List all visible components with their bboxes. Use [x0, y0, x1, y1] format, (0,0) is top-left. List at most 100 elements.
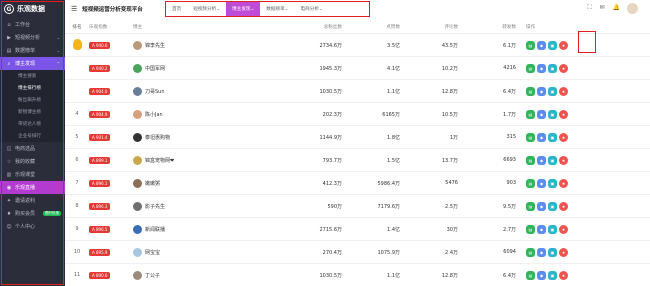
shield-icon[interactable]: ◆	[537, 86, 546, 96]
favorite-star-icon[interactable]: ★	[559, 86, 568, 96]
blogger-name[interactable]: 中国军网	[145, 65, 165, 72]
blogger-cell[interactable]: 影子先生	[133, 201, 288, 211]
blogger-name[interactable]: 锦盒宠物网❤	[145, 157, 174, 164]
sidebar-subitem[interactable]: 博主排行榜	[0, 82, 65, 94]
nav-tab[interactable]: 短视频分析 ⌄	[187, 2, 226, 16]
blogger-name[interactable]: 丁公子	[145, 272, 160, 279]
shield-icon[interactable]: ◆	[537, 132, 546, 142]
sidebar-item[interactable]: ⌂ 工作台	[0, 18, 65, 31]
monitor-icon[interactable]: ▣	[548, 63, 557, 73]
menu-toggle-icon[interactable]: ☰	[71, 5, 77, 13]
fullscreen-icon[interactable]: ⛶	[587, 4, 591, 12]
sidebar-subitem[interactable]: 博主搜索	[0, 70, 65, 82]
sidebar-item[interactable]: ☺ 个人中心	[0, 220, 65, 233]
blogger-cell[interactable]: 锦李先生	[133, 40, 288, 50]
data-detail-icon[interactable]: ▤	[526, 40, 535, 50]
blogger-cell[interactable]: 新闻联播	[133, 224, 288, 234]
shield-icon[interactable]: ◆	[537, 270, 546, 280]
favorite-star-icon[interactable]: ★	[559, 155, 568, 165]
blogger-name[interactable]: 陈小Jan	[145, 111, 163, 118]
blogger-name[interactable]: 锦李先生	[145, 42, 165, 49]
favorite-star-icon[interactable]: ★	[559, 178, 568, 188]
shield-icon[interactable]: ◆	[537, 201, 546, 211]
blogger-name[interactable]: 刀哥Sun	[145, 88, 165, 95]
monitor-icon[interactable]: ▣	[548, 178, 557, 188]
blogger-avatar[interactable]	[133, 155, 142, 165]
data-detail-icon[interactable]: ▤	[526, 178, 535, 188]
data-detail-icon[interactable]: ▤	[526, 155, 535, 165]
monitor-icon[interactable]: ▣	[548, 270, 557, 280]
data-detail-icon[interactable]: ▤	[526, 247, 535, 257]
nav-tab[interactable]: 博主发现 ⌄	[226, 2, 261, 16]
blogger-name[interactable]: 新闻联播	[145, 226, 165, 233]
column-header[interactable]: 点赞数	[346, 24, 404, 30]
favorite-star-icon[interactable]: ★	[559, 224, 568, 234]
shield-icon[interactable]: ◆	[537, 224, 546, 234]
sidebar-item[interactable]: ✦ 邀请返利	[0, 194, 65, 207]
shield-icon[interactable]: ◆	[537, 247, 546, 257]
monitor-icon[interactable]: ▣	[548, 132, 557, 142]
blogger-cell[interactable]: 嫩嫩粥	[133, 178, 288, 188]
monitor-icon[interactable]: ▣	[548, 247, 557, 257]
monitor-icon[interactable]: ▣	[548, 224, 557, 234]
shield-icon[interactable]: ◆	[537, 63, 546, 73]
column-header[interactable]: 总粉丝数	[288, 24, 346, 30]
nav-tab[interactable]: 首页	[166, 2, 187, 16]
sidebar-item[interactable]: ◉ 乐观直播	[0, 181, 65, 194]
favorite-star-icon[interactable]: ★	[559, 40, 568, 50]
favorite-star-icon[interactable]: ★	[559, 132, 568, 142]
shield-icon[interactable]: ◆	[537, 109, 546, 119]
nav-tab[interactable]: 电商分析 ⌄	[295, 2, 329, 16]
blogger-avatar[interactable]	[133, 132, 142, 142]
data-detail-icon[interactable]: ▤	[526, 86, 535, 96]
sidebar-item[interactable]: ▶ 短视频分析 ⌄	[0, 31, 65, 44]
blogger-name[interactable]: 嫩嫩粥	[145, 180, 160, 187]
blogger-cell[interactable]: 陈小Jan	[133, 109, 288, 119]
blogger-cell[interactable]: 丁公子	[133, 270, 288, 280]
sidebar-subitem[interactable]: 企业号排行	[0, 130, 65, 142]
sidebar-item[interactable]: ⌕ 博主发现 ⌃	[0, 57, 65, 70]
sidebar-subitem[interactable]: 带货达人榜	[0, 118, 65, 130]
nav-tab[interactable]: 数据榜单 ⌄	[260, 2, 294, 16]
blogger-avatar[interactable]	[133, 201, 142, 211]
blogger-cell[interactable]: 锦盒宠物网❤	[133, 155, 288, 165]
sidebar-item[interactable]: ▤ 数据榜单 ⌄	[0, 44, 65, 57]
data-detail-icon[interactable]: ▤	[526, 201, 535, 211]
sidebar-subitem[interactable]: 粉丝飙升榜	[0, 94, 65, 106]
blogger-avatar[interactable]	[133, 224, 142, 234]
data-detail-icon[interactable]: ▤	[526, 224, 535, 234]
blogger-cell[interactable]: 泰坦惠购物	[133, 132, 288, 142]
favorite-star-icon[interactable]: ★	[559, 270, 568, 280]
blogger-cell[interactable]: 中国军网	[133, 63, 288, 73]
blogger-name[interactable]: 影子先生	[145, 203, 165, 210]
blogger-avatar[interactable]	[133, 109, 142, 119]
blogger-avatar[interactable]	[133, 247, 142, 257]
notification-icon[interactable]: 🔔	[613, 4, 620, 12]
blogger-avatar[interactable]	[133, 178, 142, 188]
blogger-avatar[interactable]	[133, 270, 142, 280]
monitor-icon[interactable]: ▣	[548, 155, 557, 165]
blogger-avatar[interactable]	[133, 40, 142, 50]
data-detail-icon[interactable]: ▤	[526, 109, 535, 119]
data-detail-icon[interactable]: ▤	[526, 63, 535, 73]
column-header[interactable]: 转发数	[462, 24, 520, 30]
shield-icon[interactable]: ◆	[537, 178, 546, 188]
monitor-icon[interactable]: ▣	[548, 201, 557, 211]
blogger-avatar[interactable]	[133, 63, 142, 73]
data-detail-icon[interactable]: ▤	[526, 270, 535, 280]
favorite-star-icon[interactable]: ★	[559, 63, 568, 73]
user-avatar[interactable]	[627, 3, 638, 14]
blogger-name[interactable]: 泰坦惠购物	[145, 134, 170, 141]
blogger-cell[interactable]: 刀哥Sun	[133, 86, 288, 96]
sidebar-item[interactable]: ☆ 我的收藏	[0, 155, 65, 168]
logo[interactable]: G 乐观数据	[0, 0, 65, 18]
blogger-cell[interactable]: 网宝宝	[133, 247, 288, 257]
favorite-star-icon[interactable]: ★	[559, 201, 568, 211]
shield-icon[interactable]: ◆	[537, 40, 546, 50]
sidebar-item[interactable]: ▥ 乐观课堂	[0, 168, 65, 181]
blogger-name[interactable]: 网宝宝	[145, 249, 160, 256]
sidebar-item[interactable]: ◫ 电商选品	[0, 142, 65, 155]
monitor-icon[interactable]: ▣	[548, 40, 557, 50]
favorite-star-icon[interactable]: ★	[559, 247, 568, 257]
column-header[interactable]: 评论数	[404, 24, 462, 30]
